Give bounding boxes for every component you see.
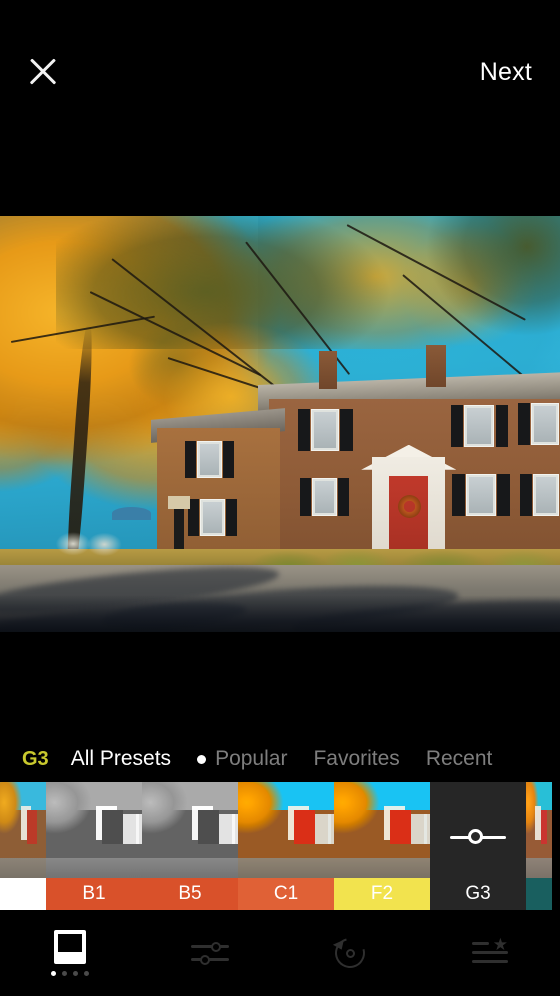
- tab-all-presets[interactable]: All Presets: [71, 747, 171, 771]
- tab-recent-label: Recent: [425, 747, 493, 770]
- window: [197, 440, 222, 479]
- tab-popular[interactable]: Popular: [197, 747, 287, 771]
- page-dot: [84, 971, 89, 976]
- window-shutter: [340, 409, 353, 452]
- preset-tile-partial[interactable]: [0, 782, 46, 910]
- popular-dot-icon: [197, 754, 207, 764]
- preset-preview: [0, 782, 46, 878]
- nav-history[interactable]: [280, 910, 420, 996]
- preset-preview: [526, 782, 552, 878]
- preset-label: B5: [142, 878, 238, 910]
- list-star-icon: ★: [472, 936, 508, 967]
- window: [312, 478, 338, 516]
- window-shutter: [450, 405, 464, 447]
- nav-adjust[interactable]: [140, 910, 280, 996]
- adjust-sliders-icon: [191, 940, 229, 966]
- window-shutter: [297, 409, 311, 452]
- preset-thumbnail-image: [526, 782, 552, 878]
- tab-popular-label: Popular: [215, 747, 288, 770]
- window-shutter: [300, 478, 312, 516]
- chimney: [319, 351, 338, 389]
- presets-tab-bar: G3 All Presets Popular Favorites Recent: [0, 632, 560, 782]
- foreground-vignette: [0, 594, 560, 632]
- preset-tile-f2[interactable]: F2: [334, 782, 430, 910]
- window-shutter: [495, 405, 508, 447]
- window-shutter: [497, 473, 510, 516]
- window: [199, 498, 225, 537]
- preset-page-dots: [51, 971, 89, 976]
- umbrella: [112, 507, 152, 520]
- preset-label: C1: [238, 878, 334, 910]
- preset-preview: [238, 782, 334, 878]
- page-dot: [51, 971, 56, 976]
- window: [465, 473, 497, 516]
- window-shutter: [225, 498, 237, 537]
- window: [533, 473, 559, 516]
- foliage-right: [369, 216, 560, 383]
- preset-thumbnail-image: [0, 782, 46, 878]
- next-button[interactable]: Next: [474, 54, 538, 91]
- nav-recipes[interactable]: ★: [420, 910, 560, 996]
- preset-tile-partial[interactable]: [526, 782, 552, 910]
- presets-frame-icon: [54, 930, 86, 964]
- page-dot: [62, 971, 67, 976]
- preset-label: [526, 878, 552, 910]
- tab-row[interactable]: G3 All Presets Popular Favorites Recent: [0, 736, 560, 782]
- door-wreath: [397, 494, 422, 518]
- preset-tile-g3[interactable]: G3: [430, 782, 526, 910]
- window-shutter: [338, 478, 350, 516]
- top-bar: Next: [0, 0, 560, 216]
- preset-strength-slider-icon[interactable]: [450, 828, 506, 846]
- window-shutter: [222, 440, 235, 479]
- current-preset-badge[interactable]: G3: [22, 748, 49, 771]
- close-icon[interactable]: [22, 50, 64, 92]
- photo-image: [0, 216, 560, 632]
- window: [464, 405, 495, 447]
- window-shutter: [452, 473, 465, 516]
- window-shutter: [184, 440, 196, 479]
- window: [311, 409, 340, 452]
- preset-thumbnail-image: [238, 782, 334, 878]
- page-dot: [73, 971, 78, 976]
- tab-recent[interactable]: Recent: [426, 747, 493, 771]
- preset-preview: [334, 782, 430, 878]
- preset-label: G3: [430, 878, 526, 910]
- window: [531, 403, 560, 445]
- window-shutter: [519, 473, 532, 516]
- preset-label: [0, 878, 46, 910]
- preset-thumbnail-image: [334, 782, 430, 878]
- lawn-chairs: [56, 523, 135, 558]
- preset-label: F2: [334, 878, 430, 910]
- preset-thumbnail-strip[interactable]: B1 B5 C1 F2 G3: [0, 782, 560, 910]
- preset-thumbnail-image: [46, 782, 142, 878]
- history-undo-icon: [329, 932, 371, 974]
- preset-tile-b5[interactable]: B5: [142, 782, 238, 910]
- photo-preview[interactable]: [0, 216, 560, 632]
- photo-editor-screen: Next G3 All Presets Popular Favorites Re…: [0, 0, 560, 996]
- preset-thumbnail-image: [142, 782, 238, 878]
- nav-presets[interactable]: [0, 910, 140, 996]
- bottom-nav: ★: [0, 910, 560, 996]
- chimney: [425, 344, 446, 387]
- tab-favorites[interactable]: Favorites: [313, 747, 399, 771]
- tab-favorites-label: Favorites: [313, 747, 400, 770]
- window-shutter: [518, 403, 531, 445]
- preset-label: B1: [46, 878, 142, 910]
- preset-tile-c1[interactable]: C1: [238, 782, 334, 910]
- preset-preview: [46, 782, 142, 878]
- preset-preview: [142, 782, 238, 878]
- preset-tile-b1[interactable]: B1: [46, 782, 142, 910]
- tab-all-presets-label: All Presets: [70, 747, 172, 770]
